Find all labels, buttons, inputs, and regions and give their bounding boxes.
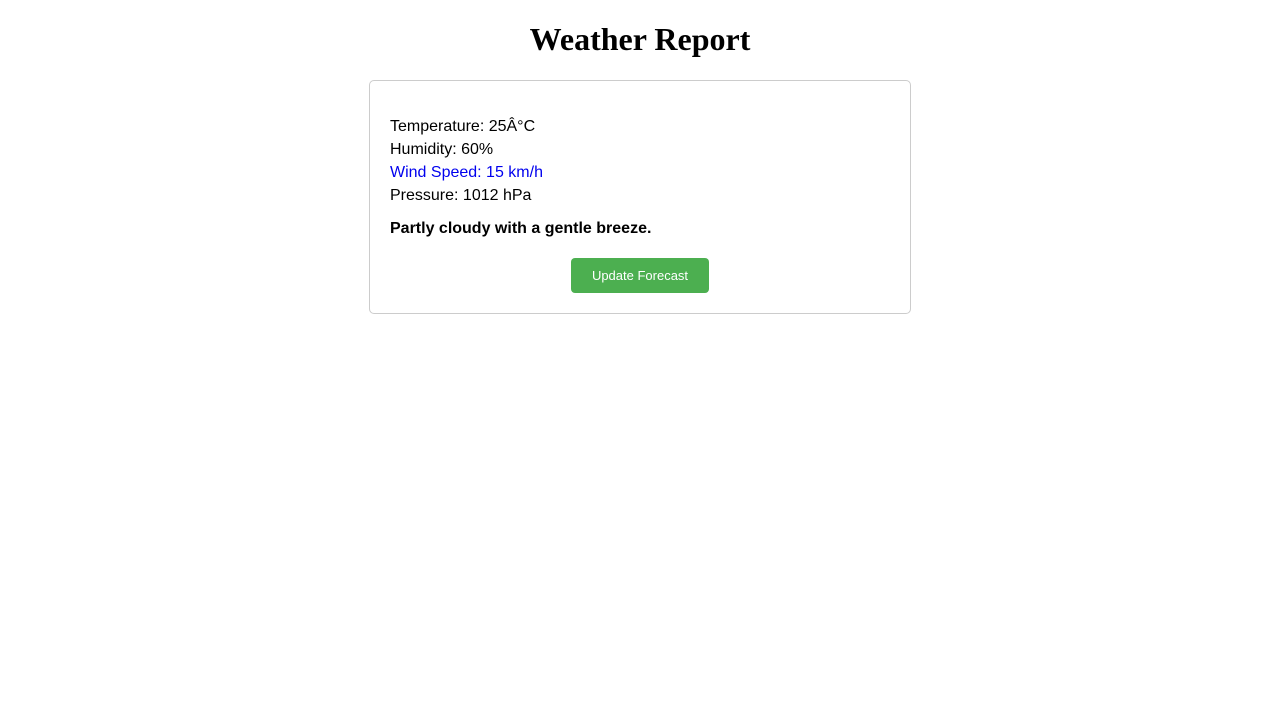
update-forecast-button[interactable]: Update Forecast	[571, 258, 709, 293]
temperature-reading: Temperature: 25Â°C	[390, 118, 536, 135]
page-title: Weather Report	[529, 21, 751, 57]
wind-speed-reading: Wind Speed: 15 km/h	[390, 164, 543, 181]
weather-card: Temperature: 25Â°C Humidity: 60% Wind Sp…	[369, 80, 911, 314]
weather-summary: Partly cloudy with a gentle breeze.	[390, 220, 652, 237]
weather-metrics: Temperature: 25Â°C Humidity: 60% Wind Sp…	[390, 115, 543, 207]
pressure-reading: Pressure: 1012 hPa	[390, 187, 532, 204]
humidity-reading: Humidity: 60%	[390, 141, 494, 158]
